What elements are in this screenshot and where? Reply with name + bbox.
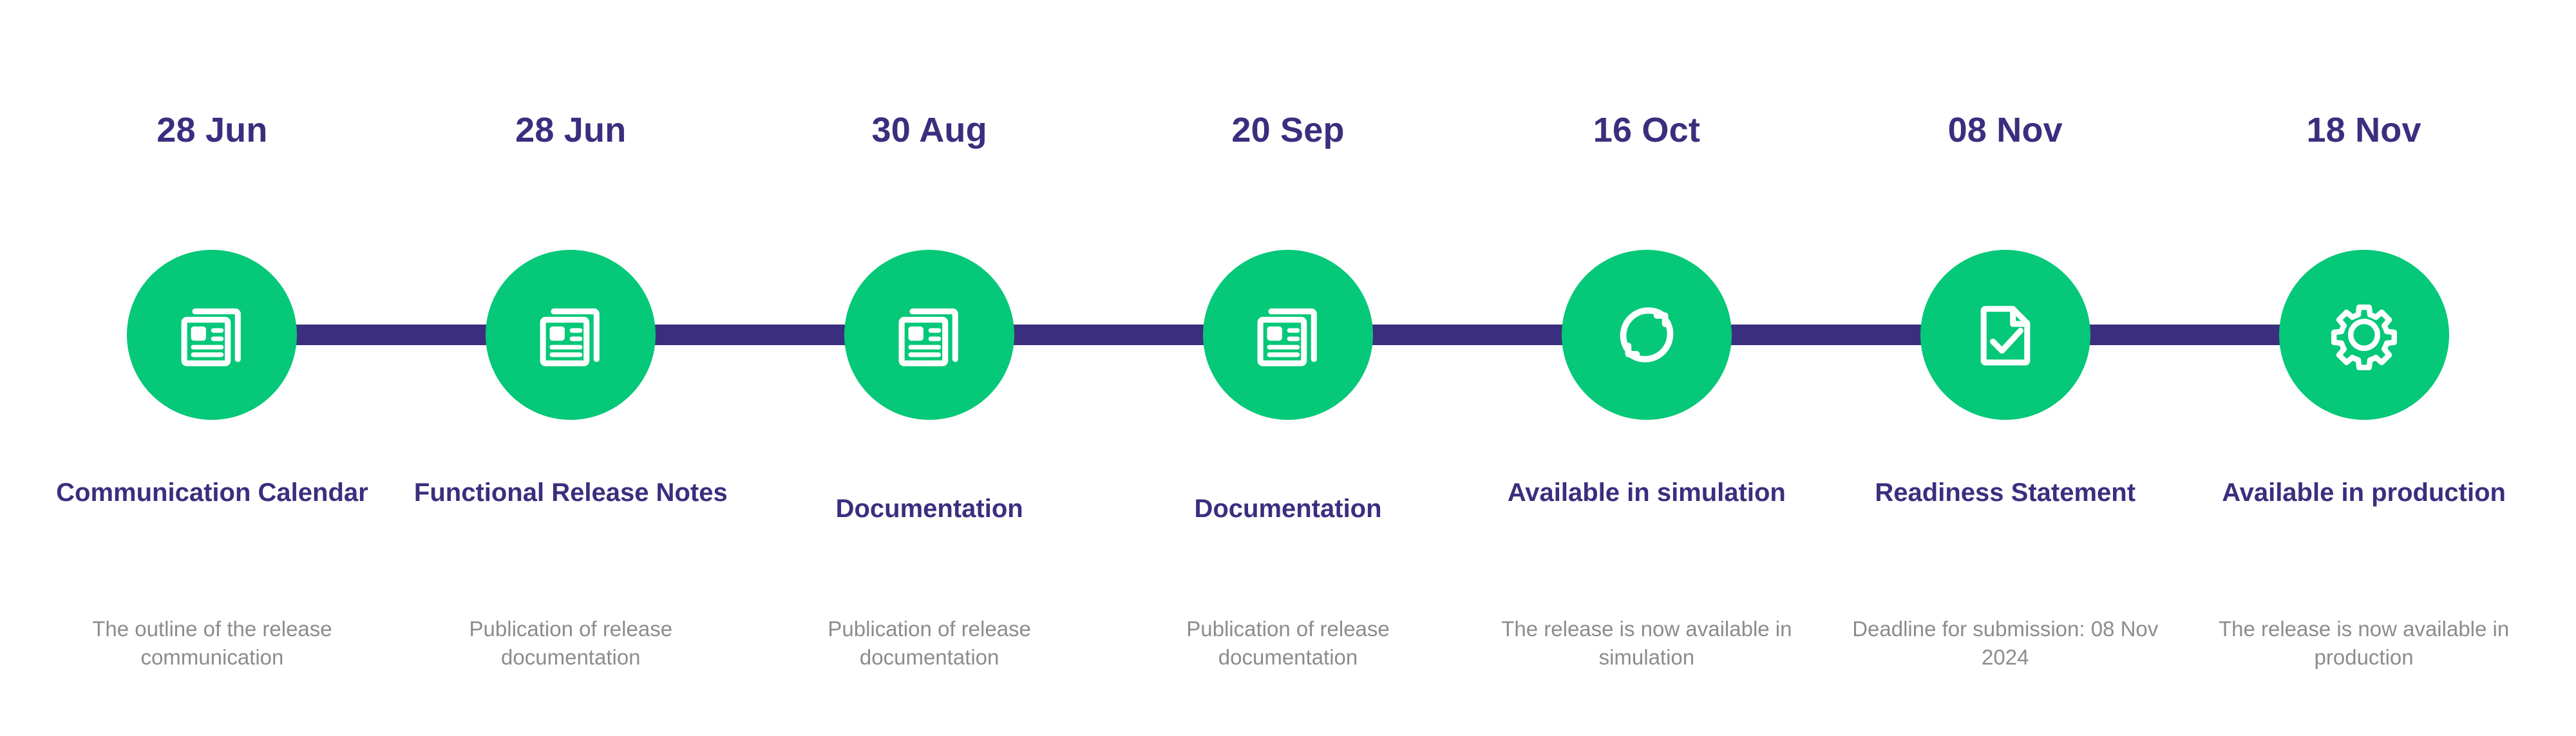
milestone-icon-badge bbox=[1561, 250, 1732, 420]
newspaper-icon bbox=[181, 308, 242, 366]
milestone-title: Communication Calendar bbox=[56, 478, 368, 507]
milestone-date: 08 Nov bbox=[1947, 111, 2063, 149]
milestone-date: 16 Oct bbox=[1593, 111, 1701, 149]
milestone-icon-badge bbox=[2278, 250, 2449, 420]
timeline-milestone: 28 Jun Communication Calendar The outline… bbox=[33, 0, 392, 736]
milestone-title: Readiness Statement bbox=[1875, 478, 2136, 507]
milestone-title: Available in simulation bbox=[1507, 478, 1786, 507]
timeline-milestone: 30 Aug Documentation Publication of relea… bbox=[750, 0, 1109, 736]
milestone-subtitle: Publication of release documentation bbox=[469, 617, 673, 670]
milestone-title: Documentation bbox=[1194, 495, 1382, 523]
milestone-date: 18 Nov bbox=[2306, 111, 2421, 149]
milestone-subtitle: The release is now available in producti… bbox=[2218, 617, 2510, 670]
milestone-title: Documentation bbox=[835, 495, 1023, 523]
milestone-date: 28 Jun bbox=[515, 111, 627, 149]
milestone-date: 30 Aug bbox=[871, 111, 987, 149]
release-timeline: 28 Jun Communication Calendar The outline… bbox=[0, 0, 2576, 736]
timeline-milestone: 16 Oct Available in simulation The releas… bbox=[1467, 0, 1826, 736]
timeline-milestone: 28 Jun Functional Release Notes Publicati… bbox=[392, 0, 750, 736]
milestone-icon-badge bbox=[127, 250, 298, 420]
milestone-icon-badge bbox=[1203, 250, 1373, 420]
milestone-subtitle: The outline of the release communication bbox=[92, 617, 332, 670]
milestone-title: Available in production bbox=[2222, 478, 2506, 507]
timeline-milestone: 08 Nov Readiness Statement Deadline for s… bbox=[1826, 0, 2184, 736]
milestone-icon-badge bbox=[486, 250, 656, 420]
milestone-subtitle: Publication of release documentation bbox=[1186, 617, 1390, 670]
document-check-icon bbox=[1980, 306, 2031, 366]
milestone-icon-badge bbox=[844, 250, 1015, 420]
milestone-date: 28 Jun bbox=[156, 111, 268, 149]
milestone-subtitle: Publication of release documentation bbox=[828, 617, 1031, 670]
gear-icon bbox=[2331, 304, 2397, 370]
timeline-milestone: 18 Nov Available in production The releas… bbox=[2184, 0, 2543, 736]
milestone-subtitle: The release is now available in simulati… bbox=[1501, 617, 1792, 670]
newspaper-icon bbox=[898, 308, 958, 366]
milestone-list: 28 Jun Communication Calendar The outline… bbox=[33, 0, 2543, 736]
sync-refresh-icon bbox=[1620, 307, 1674, 363]
newspaper-icon bbox=[1257, 308, 1317, 366]
milestone-title: Functional Release Notes bbox=[413, 478, 728, 507]
milestone-icon-badge bbox=[1920, 250, 2090, 420]
newspaper-icon bbox=[540, 308, 600, 366]
milestone-date: 20 Sep bbox=[1231, 111, 1345, 149]
timeline-milestone: 20 Sep Documentation Publication of relea… bbox=[1109, 0, 1468, 736]
milestone-subtitle: Deadline for submission: 08 Nov 2024 bbox=[1852, 617, 2159, 670]
